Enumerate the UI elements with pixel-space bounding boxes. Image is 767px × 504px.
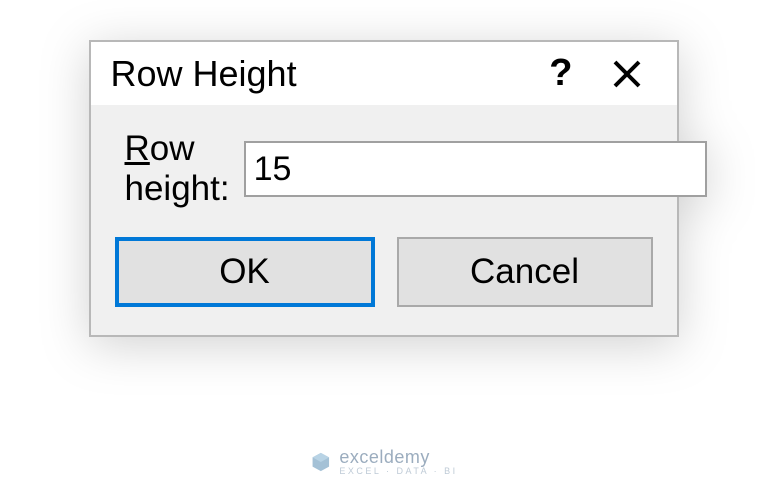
dialog-shadow-wrapper: Row Height ? Row height: OK Cancel [89,40,679,337]
watermark-tagline: EXCEL · DATA · BI [339,467,457,476]
close-button[interactable] [601,58,653,90]
input-row: Row height: [115,129,653,209]
row-height-dialog: Row Height ? Row height: OK Cancel [89,40,679,337]
row-height-input[interactable] [244,141,707,197]
accelerator-underline: R [125,129,150,168]
watermark-icon [309,451,331,473]
watermark: exceldemy EXCEL · DATA · BI [309,448,457,476]
cancel-button[interactable]: Cancel [397,237,653,307]
ok-button[interactable]: OK [115,237,375,307]
help-button[interactable]: ? [521,52,600,95]
row-height-label: Row height: [125,129,230,209]
dialog-title: Row Height [111,53,522,95]
watermark-brand: exceldemy [339,448,457,466]
button-row: OK Cancel [115,237,653,307]
dialog-titlebar: Row Height ? [91,42,677,105]
close-icon [611,58,643,90]
watermark-text: exceldemy EXCEL · DATA · BI [339,448,457,476]
dialog-body: Row height: OK Cancel [91,105,677,335]
